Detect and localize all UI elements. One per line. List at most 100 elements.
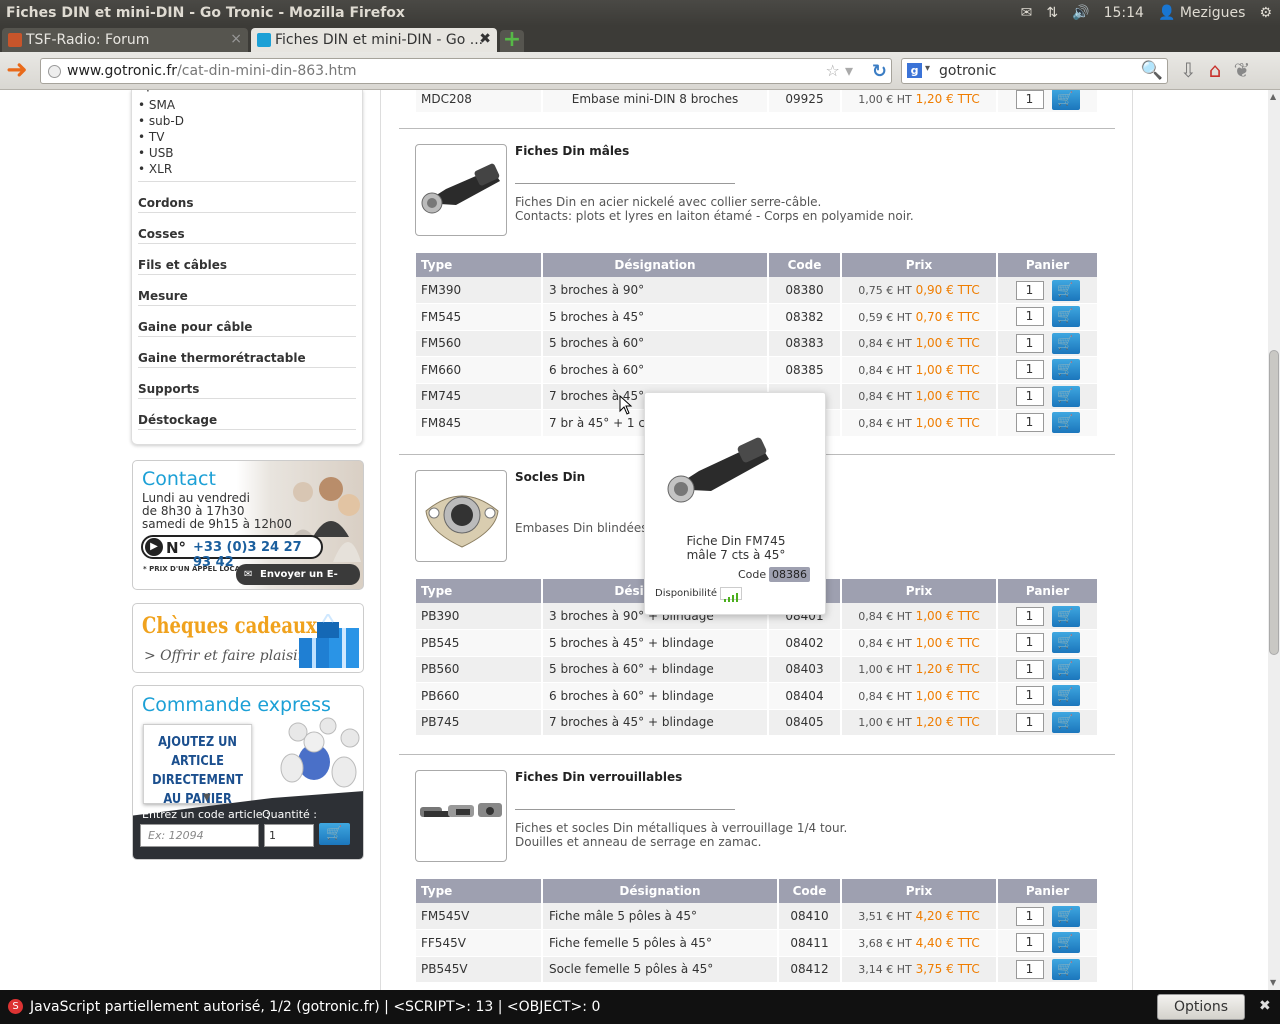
mail-icon[interactable]: ✉ [1021,5,1033,21]
add-to-cart-button[interactable]: 🛒 [1051,685,1080,707]
home-icon[interactable]: ⌂ [1209,58,1222,82]
add-to-cart-button[interactable]: 🛒 [1051,905,1080,927]
search-input[interactable]: gotronic [939,63,996,79]
reload-icon[interactable]: ↻ [872,61,887,82]
google-engine-icon[interactable]: g [907,63,922,78]
quantity-input[interactable]: 1 [1015,90,1044,109]
add-to-cart-button[interactable]: 🛒 [1051,279,1080,301]
quantity-input[interactable]: 1 [1015,686,1044,706]
quantity-input[interactable]: 1 [1015,712,1044,732]
sub-item-subd[interactable]: • sub-D [132,113,362,129]
close-tab-icon[interactable]: ✖ [479,31,491,47]
quantity-input[interactable]: 1 [1015,606,1044,626]
product-photo [663,431,773,511]
sub-item-usb[interactable]: • USB [132,145,362,161]
options-button[interactable]: Options [1157,994,1245,1020]
add-to-cart-button[interactable]: 🛒 [1051,958,1080,980]
category-cordons[interactable]: Cordons [138,182,356,213]
table-row: FM545 5 broches à 45° 08382 0,59 € HT 0,70 … [416,303,1099,331]
close-icon[interactable]: ✖ [1259,998,1271,1014]
category-fils-cables[interactable]: Fils et câbles [138,244,356,275]
gift-cheques-banner[interactable]: Chèques cadeaux > Offrir et faire plaisi… [132,603,364,673]
gotronic-favicon-icon [257,33,271,47]
search-icon[interactable]: 🔍 [1141,60,1163,81]
product-thumbnail[interactable] [415,770,507,862]
quantity-input[interactable]: 1 [1015,413,1044,433]
url-bar[interactable]: www.gotronic.fr/cat-din-mini-din-863.htm… [40,58,892,84]
quantity-input[interactable]: 1 [1015,360,1044,380]
search-bar[interactable]: g ▾ gotronic 🔍 [901,58,1168,84]
quantity-input[interactable]: 1 [1015,659,1044,679]
quantity-input[interactable]: 1 [1015,386,1044,406]
scroll-up-icon[interactable]: ▲ [1270,92,1276,101]
quantity-input[interactable]: 1 [1015,633,1044,653]
add-to-cart-button[interactable]: 🛒 [1051,332,1080,354]
vertical-scrollbar[interactable]: ▲ ▼ [1268,90,1280,990]
add-to-cart-button[interactable]: 🛒 [1051,306,1080,328]
category-mesure[interactable]: Mesure [138,275,356,306]
status-text: JavaScript partiellement autorisé, 1/2 (… [30,999,601,1015]
new-tab-button[interactable]: + [500,29,524,52]
category-gaine-thermo[interactable]: Gaine thermorétractable [138,337,356,368]
table-header: Type Désignation Code Prix Panier [416,879,1099,903]
code-input[interactable]: Ex: 12094 [140,824,259,847]
send-email-button[interactable]: ✉ Envoyer un E-mail [236,564,360,585]
quantity-input[interactable]: 1 [1015,280,1044,300]
gear-icon[interactable]: ⚙ [1259,5,1272,21]
system-indicators: ✉ ⇅ 🔊 15:14 👤 Mezigues ⚙ [1021,0,1280,26]
add-to-cart-button[interactable]: 🛒 [1051,412,1080,434]
quantity-input[interactable]: 1 [1015,933,1044,953]
addon-icon[interactable]: ❦ [1233,58,1250,82]
tab-tsf-radio[interactable]: TSF-Radio: Forum × [2,28,248,52]
table-row: PB745 7 broches à 45° + blindage 08405 1,00… [416,709,1099,736]
quantity-input[interactable]: 1 [1015,307,1044,327]
tab-gotronic[interactable]: Fiches DIN et mini-DIN - Go ... ✖ [251,28,497,52]
contact-hours-line3: samedi de 9h15 à 12h00 [142,517,292,531]
quantity-input[interactable]: 1 [1015,906,1044,926]
bookmark-star-icon[interactable]: ☆ ▾ [826,61,853,80]
table-row: FM390 3 broches à 90° 08380 0,75 € HT 0,90 … [416,277,1099,304]
add-to-cart-button[interactable]: 🛒 [1051,632,1080,654]
downloads-icon[interactable]: ⇩ [1180,58,1197,82]
engine-dropdown-icon[interactable]: ▾ [925,63,930,74]
site-identity-icon[interactable] [48,65,61,78]
product-thumbnail[interactable] [415,144,507,236]
category-supports[interactable]: Supports [138,368,356,399]
volume-icon[interactable]: 🔊 [1072,5,1089,21]
back-button[interactable]: ➜ [6,57,30,83]
cart-icon: 🛒 [326,826,343,841]
express-add-cart-button[interactable]: 🛒 [319,823,350,845]
envelope-icon: ✉ [244,569,253,580]
user-menu[interactable]: 👤 Mezigues [1158,5,1246,21]
scrollbar-thumb[interactable] [1269,350,1279,655]
category-gaine-cable[interactable]: Gaine pour câble [138,306,356,337]
product-thumbnail[interactable] [415,470,507,562]
phone-badge[interactable]: ▶ N° +33 (0)3 24 27 93 42 [141,535,323,570]
availability-label: Disponibilité [655,588,718,599]
category-cosses[interactable]: Cosses [138,213,356,244]
tab-label: TSF-Radio: Forum [26,32,150,48]
close-tab-icon[interactable]: × [230,31,242,47]
gift-subtitle: > Offrir et faire plaisir [144,648,305,664]
add-to-cart-button[interactable]: 🛒 [1051,658,1080,680]
quantity-input[interactable]: 1 [1015,959,1044,979]
noscript-icon[interactable]: S [8,999,23,1014]
scroll-down-icon[interactable]: ▼ [1270,978,1276,987]
express-qty-input[interactable]: 1 [264,824,314,847]
category-destockage[interactable]: Déstockage [138,399,356,430]
add-to-cart-button[interactable]: 🛒 [1051,932,1080,954]
network-icon[interactable]: ⇅ [1046,5,1058,21]
sub-item-tv[interactable]: • TV [132,129,362,145]
add-to-cart-button[interactable]: 🛒 [1051,90,1080,110]
table-row: FM560 5 broches à 60° 08383 0,84 € HT 1,00 … [416,330,1099,357]
add-to-cart-button[interactable]: 🛒 [1051,359,1080,381]
add-to-cart-button[interactable]: 🛒 [1051,711,1080,733]
sub-item-xlr[interactable]: • XLR [132,161,362,177]
add-to-cart-button[interactable]: 🛒 [1051,385,1080,407]
divider [399,754,1115,755]
table-row: PB660 6 broches à 60° + blindage 08404 0,84… [416,682,1099,710]
quantity-input[interactable]: 1 [1015,333,1044,353]
add-to-cart-button[interactable]: 🛒 [1051,605,1080,627]
sub-item-sma[interactable]: • SMA [132,97,362,113]
clock[interactable]: 15:14 [1104,5,1144,21]
